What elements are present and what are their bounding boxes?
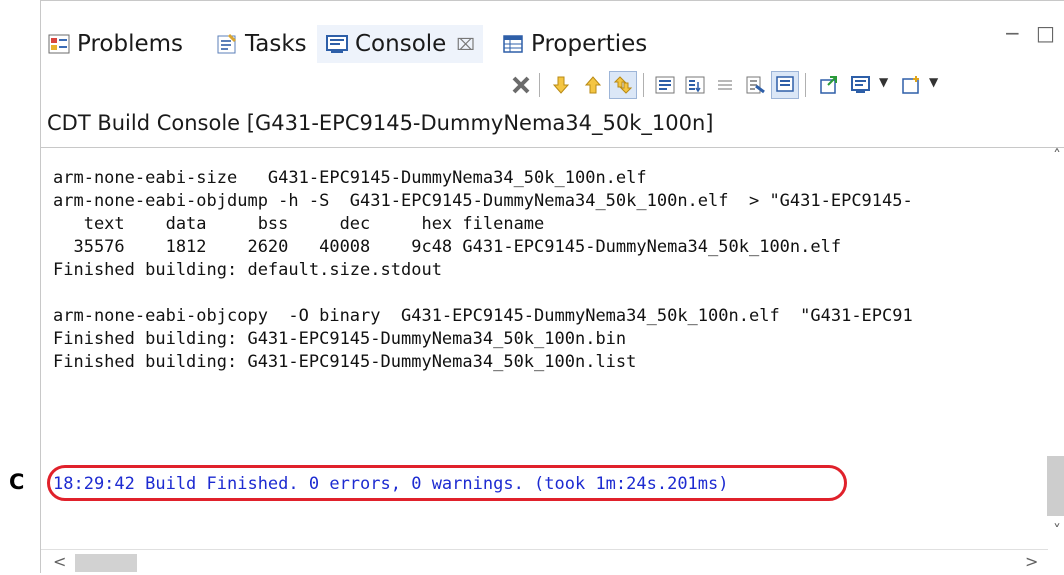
console-line: Finished building: G431-EPC9145-DummyNem… bbox=[53, 329, 627, 349]
show-console-icon[interactable] bbox=[681, 71, 709, 99]
horizontal-scrollbar[interactable] bbox=[41, 549, 1048, 575]
display-selected-icon[interactable] bbox=[771, 71, 799, 99]
console-toolbar: ▼ ▼ bbox=[41, 65, 1064, 105]
tasks-icon bbox=[215, 32, 239, 56]
console-line: arm-none-eabi-objcopy -O binary G431-EPC… bbox=[53, 306, 913, 326]
chevron-down-icon[interactable]: ▼ bbox=[929, 75, 938, 89]
scroll-up-arrow-icon[interactable]: ˄ bbox=[1053, 146, 1061, 165]
console-title: CDT Build Console [G431-EPC9145-DummyNem… bbox=[47, 111, 714, 135]
scroll-left-arrow-icon[interactable]: < bbox=[53, 552, 66, 571]
word-wrap-icon[interactable] bbox=[651, 71, 679, 99]
console-line: Finished building: G431-EPC9145-DummyNem… bbox=[53, 352, 637, 372]
toolbar-separator bbox=[539, 73, 540, 97]
console-line: arm-none-eabi-objdump -h -S G431-EPC9145… bbox=[53, 191, 913, 211]
console-line: arm-none-eabi-size G431-EPC9145-DummyNem… bbox=[53, 168, 647, 188]
remove-icon[interactable] bbox=[507, 71, 535, 99]
scroll-lock-icon[interactable] bbox=[609, 71, 637, 99]
scroll-down-icon[interactable] bbox=[547, 71, 575, 99]
console-line: Finished building: default.size.stdout bbox=[53, 260, 442, 280]
tab-tasks[interactable]: Tasks bbox=[215, 25, 307, 63]
tab-label: Properties bbox=[531, 31, 648, 57]
scroll-up-icon[interactable] bbox=[579, 71, 607, 99]
problems-icon bbox=[47, 32, 71, 56]
minimize-icon[interactable]: − bbox=[1004, 21, 1021, 45]
scroll-down-arrow-icon[interactable]: ˅ bbox=[1053, 521, 1061, 540]
pin-icon[interactable] bbox=[741, 71, 769, 99]
maximize-icon[interactable]: □ bbox=[1036, 21, 1055, 45]
properties-icon bbox=[501, 32, 525, 56]
console-view-menu-icon[interactable] bbox=[847, 71, 875, 99]
tab-console[interactable]: Console ⌧ bbox=[317, 25, 483, 63]
tab-properties[interactable]: Properties bbox=[501, 25, 647, 63]
close-icon[interactable]: ⌧ bbox=[456, 35, 474, 54]
horizontal-scroll-thumb[interactable] bbox=[75, 554, 137, 572]
console-icon bbox=[325, 32, 349, 56]
vertical-scroll-thumb[interactable] bbox=[1047, 456, 1064, 516]
chevron-down-icon[interactable]: ▼ bbox=[879, 75, 888, 89]
toolbar-separator bbox=[805, 73, 806, 97]
tab-label: Problems bbox=[77, 31, 184, 57]
new-console-icon[interactable] bbox=[897, 71, 925, 99]
view-tab-bar: Problems Tasks Console ⌧ Properties − □ bbox=[41, 1, 1064, 65]
toolbar-separator bbox=[643, 73, 644, 97]
clear-icon[interactable] bbox=[711, 71, 739, 99]
callout-label: C bbox=[9, 470, 25, 494]
open-console-icon[interactable] bbox=[815, 71, 843, 99]
console-line: 35576 1812 2620 40008 9c48 G431-EPC9145-… bbox=[53, 237, 842, 257]
tab-label: Console bbox=[355, 31, 447, 57]
console-line: text data bss dec hex filename bbox=[53, 214, 545, 234]
scroll-right-arrow-icon[interactable]: > bbox=[1025, 552, 1038, 571]
tab-problems[interactable]: Problems bbox=[47, 25, 183, 63]
callout-highlight bbox=[47, 465, 847, 501]
tab-label: Tasks bbox=[245, 31, 307, 57]
